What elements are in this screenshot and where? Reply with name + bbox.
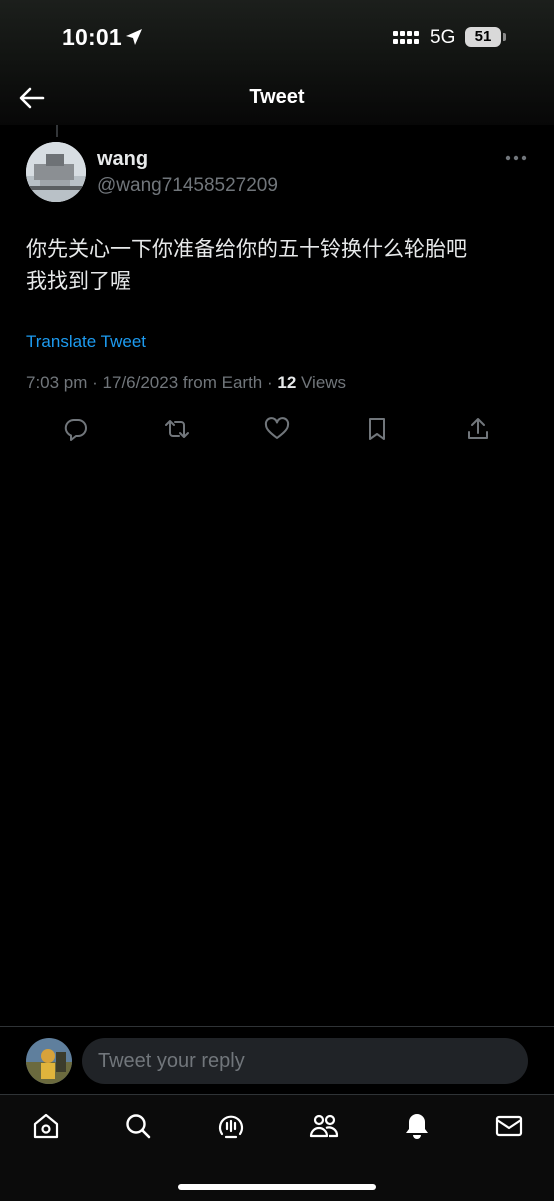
tweet-text-line: 我找到了喔: [26, 270, 131, 293]
share-button[interactable]: [461, 412, 495, 446]
tweet-timestamp[interactable]: 7:03 pm · 17/6/2023 from Earth ·: [26, 373, 277, 392]
retweet-icon: [165, 420, 189, 438]
author-name[interactable]: wang: [97, 148, 148, 171]
battery-cap: [503, 33, 506, 41]
spaces-icon: [218, 1115, 244, 1139]
bottom-nav: [0, 1094, 554, 1201]
bookmark-button[interactable]: [360, 412, 394, 446]
reply-input[interactable]: [82, 1038, 528, 1084]
status-time: 10:01: [62, 24, 122, 50]
home-icon: [33, 1113, 59, 1139]
search-icon: [126, 1114, 151, 1139]
page-title: Tweet: [249, 86, 305, 108]
like-icon: [264, 417, 290, 439]
reply-bar: [0, 1026, 554, 1095]
retweet-button[interactable]: [160, 412, 194, 446]
communities-icon: [309, 1114, 339, 1138]
author-avatar[interactable]: [26, 142, 86, 202]
nav-spaces[interactable]: [211, 1109, 251, 1143]
nav-communities[interactable]: [304, 1109, 344, 1143]
tweet-meta: 7:03 pm · 17/6/2023 from Earth · 12 View…: [26, 373, 346, 393]
avatar-image: [26, 142, 86, 202]
views-count[interactable]: 12: [277, 373, 296, 392]
user-avatar[interactable]: [26, 1038, 72, 1084]
messages-icon: [495, 1115, 523, 1137]
nav-search[interactable]: [118, 1109, 158, 1143]
thread-line: [56, 125, 58, 137]
share-icon: [468, 418, 488, 439]
like-button[interactable]: [260, 412, 294, 446]
tweet-actions: [26, 412, 526, 446]
notifications-icon: [406, 1114, 428, 1139]
nav-notifications[interactable]: [397, 1109, 437, 1143]
reply-icon: [64, 418, 87, 441]
user-avatar-image: [26, 1038, 72, 1084]
top-header: 10:01 5G 51 Tweet: [0, 0, 554, 125]
translate-tweet-link[interactable]: Translate Tweet: [26, 332, 146, 352]
nav-messages[interactable]: [489, 1109, 529, 1143]
tweet-text: 你先关心一下你准备给你的五十铃换什么轮胎吧 我找到了喔: [26, 234, 526, 298]
tweet-text-line: 你先关心一下你准备给你的五十铃换什么轮胎吧: [26, 238, 467, 261]
signal-bars-icon: [393, 31, 419, 44]
network-type: 5G: [430, 27, 456, 48]
home-indicator[interactable]: [178, 1184, 376, 1190]
author-handle[interactable]: @wang71458527209: [97, 175, 278, 197]
more-options-icon[interactable]: [502, 150, 530, 166]
views-label[interactable]: Views: [296, 373, 346, 392]
battery-level: 51: [474, 28, 492, 45]
reply-button[interactable]: [59, 412, 93, 446]
nav-home[interactable]: [26, 1109, 66, 1143]
location-arrow-icon: [126, 29, 142, 45]
bookmark-icon: [369, 418, 385, 440]
